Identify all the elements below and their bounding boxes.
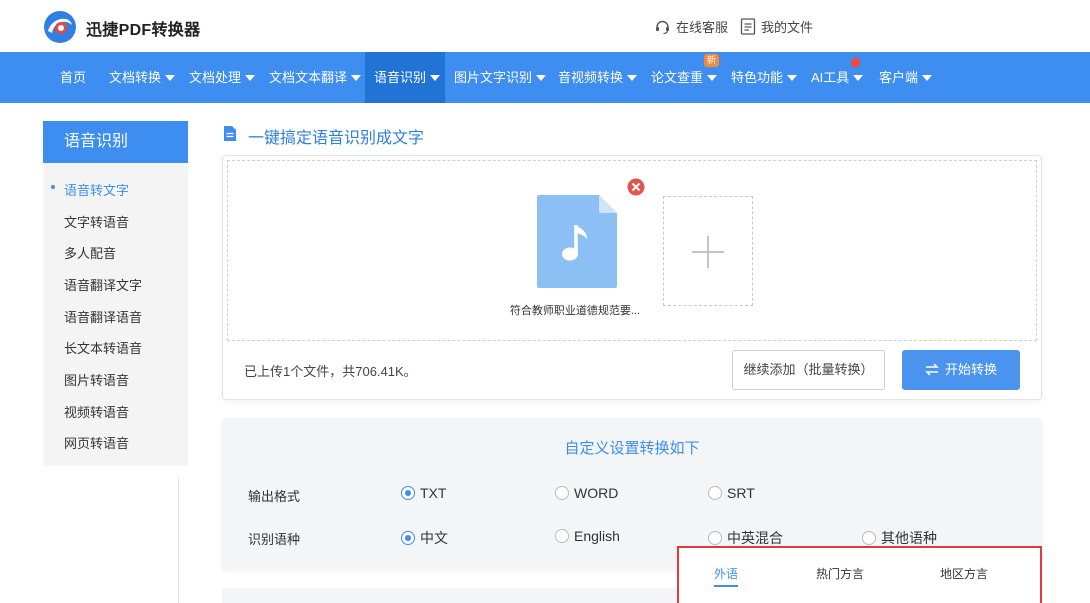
plus-icon-vertical [707, 236, 709, 268]
format-option-srt[interactable]: SRT [708, 485, 755, 501]
sidebar-menu: 语音转文字 文字转语音 多人配音 语音翻译文字 语音翻译语音 长文本转语音 图片… [43, 163, 188, 466]
my-files-link[interactable]: 我的文件 [740, 17, 813, 36]
nav-item-client[interactable]: 客户端 [879, 52, 933, 103]
radio-checked-icon [401, 486, 415, 500]
radio-checked-icon [401, 531, 415, 545]
caret-down-icon [165, 75, 176, 81]
nav-item-image-ocr[interactable]: 图片文字识别 [454, 52, 547, 103]
nav-label: 语音识别 [374, 70, 427, 85]
sidebar-item-text-to-speech[interactable]: 文字转语音 [64, 212, 129, 231]
divider [178, 478, 179, 603]
add-file-button[interactable] [663, 196, 753, 306]
caret-down-icon [627, 75, 638, 81]
format-option-word[interactable]: WORD [555, 485, 618, 501]
language-label: 识别语种 [248, 532, 301, 547]
sidebar-item-webpage-to-speech[interactable]: 网页转语音 [64, 433, 129, 452]
caret-down-icon [245, 75, 256, 81]
nav-label: 文档处理 [189, 70, 242, 85]
option-label: 其他语种 [881, 530, 937, 546]
radio-icon [708, 531, 722, 545]
document-icon [740, 18, 756, 35]
option-label: WORD [574, 485, 619, 501]
sidebar-item-speech-translate-speech[interactable]: 语音翻译语音 [64, 307, 142, 326]
settings-title: 自定义设置转换如下 [564, 440, 700, 457]
headset-icon [656, 20, 669, 35]
brand-name[interactable]: 迅捷PDF转换器 [86, 16, 200, 40]
caret-down-icon [922, 75, 933, 81]
nav-label: AI工具 [811, 70, 850, 85]
tab-foreign-language[interactable]: 外语 [714, 565, 738, 582]
caret-down-icon [351, 75, 362, 81]
online-service-link[interactable]: 在线客服 [654, 17, 728, 36]
caret-down-icon [853, 75, 864, 81]
new-badge: 新 [704, 54, 720, 67]
language-option-other[interactable]: 其他语种 [862, 528, 937, 548]
page-title: 一键搞定语音识别成文字 [248, 130, 425, 147]
active-dot [51, 185, 55, 189]
language-option-english[interactable]: English [555, 528, 620, 544]
sidebar-item-multi-voice[interactable]: 多人配音 [64, 243, 116, 262]
sidebar-item-image-to-speech[interactable]: 图片转语音 [64, 370, 129, 389]
upload-status: 已上传1个文件，共706.41K。 [244, 364, 417, 379]
radio-icon [862, 531, 876, 545]
tab-popular-dialects[interactable]: 热门方言 [816, 565, 864, 582]
nav-item-doc-translate[interactable]: 文档文本翻译 [269, 52, 362, 103]
top-header: 迅捷PDF转换器 在线客服 我的文件 [0, 0, 1090, 52]
radio-icon [555, 486, 569, 500]
nav-item-doc-process[interactable]: 文档处理 [189, 52, 256, 103]
option-label: TXT [420, 485, 447, 501]
sidebar-item-speech-to-text[interactable]: 语音转文字 [64, 180, 129, 199]
convert-arrows-icon [925, 363, 939, 376]
nav-item-features[interactable]: 特色功能 [731, 52, 798, 103]
nav-label: 图片文字识别 [454, 70, 533, 85]
language-dropdown-panel: 外语 热门方言 地区方言 [677, 546, 1042, 603]
caret-down-icon [536, 75, 547, 81]
nav-item-doc-convert[interactable]: 文档转换 [109, 52, 176, 103]
nav-label: 文档文本翻译 [269, 70, 348, 85]
sidebar-item-speech-translate-text[interactable]: 语音翻译文字 [64, 275, 142, 294]
caret-down-icon [430, 75, 441, 81]
continue-add-button[interactable]: 继续添加（批量转换） [732, 350, 885, 390]
nav-label: 音视频转换 [558, 70, 624, 85]
start-convert-button[interactable]: 开始转换 [902, 350, 1020, 390]
nav-label: 论文查重 [651, 70, 704, 85]
nav-label: 客户端 [879, 70, 919, 85]
remove-file-icon[interactable] [627, 178, 645, 196]
online-service-label: 在线客服 [676, 20, 729, 35]
nav-item-av-convert[interactable]: 音视频转换 [558, 52, 638, 103]
radio-icon [555, 529, 569, 543]
main-nav: 首页 文档转换 文档处理 文档文本翻译 语音识别 图片文字识别 音视频转换 论文… [0, 52, 1090, 103]
document-title-icon [224, 126, 236, 141]
caret-down-icon [707, 75, 718, 81]
my-files-label: 我的文件 [761, 20, 814, 35]
caret-down-icon [787, 75, 798, 81]
nav-item-speech-recognition[interactable]: 语音识别 [365, 52, 445, 103]
option-label: English [574, 528, 620, 544]
music-file-icon[interactable] [537, 195, 617, 288]
file-name: 符合教师职业道德规范要... [509, 305, 641, 317]
hot-flame-icon [850, 55, 861, 68]
sidebar-item-video-to-speech[interactable]: 视频转语音 [64, 402, 129, 421]
active-tab-underline [714, 585, 738, 587]
option-label: 中英混合 [727, 530, 783, 546]
nav-label: 特色功能 [731, 70, 784, 85]
app-logo-icon[interactable] [42, 9, 78, 45]
language-option-mixed[interactable]: 中英混合 [708, 528, 783, 548]
option-label: SRT [727, 485, 755, 501]
language-option-chinese[interactable]: 中文 [401, 528, 448, 548]
start-convert-label: 开始转换 [944, 362, 997, 377]
nav-item-home[interactable]: 首页 [60, 52, 86, 103]
tab-regional-dialects[interactable]: 地区方言 [940, 565, 988, 582]
format-option-txt[interactable]: TXT [401, 485, 446, 501]
option-label: 中文 [420, 530, 448, 546]
sidebar-item-long-text-to-speech[interactable]: 长文本转语音 [64, 338, 142, 357]
nav-label: 文档转换 [109, 70, 162, 85]
output-format-label: 输出格式 [248, 489, 301, 504]
nav-label: 首页 [60, 70, 87, 85]
sidebar-title: 语音识别 [43, 121, 188, 163]
radio-icon [708, 486, 722, 500]
